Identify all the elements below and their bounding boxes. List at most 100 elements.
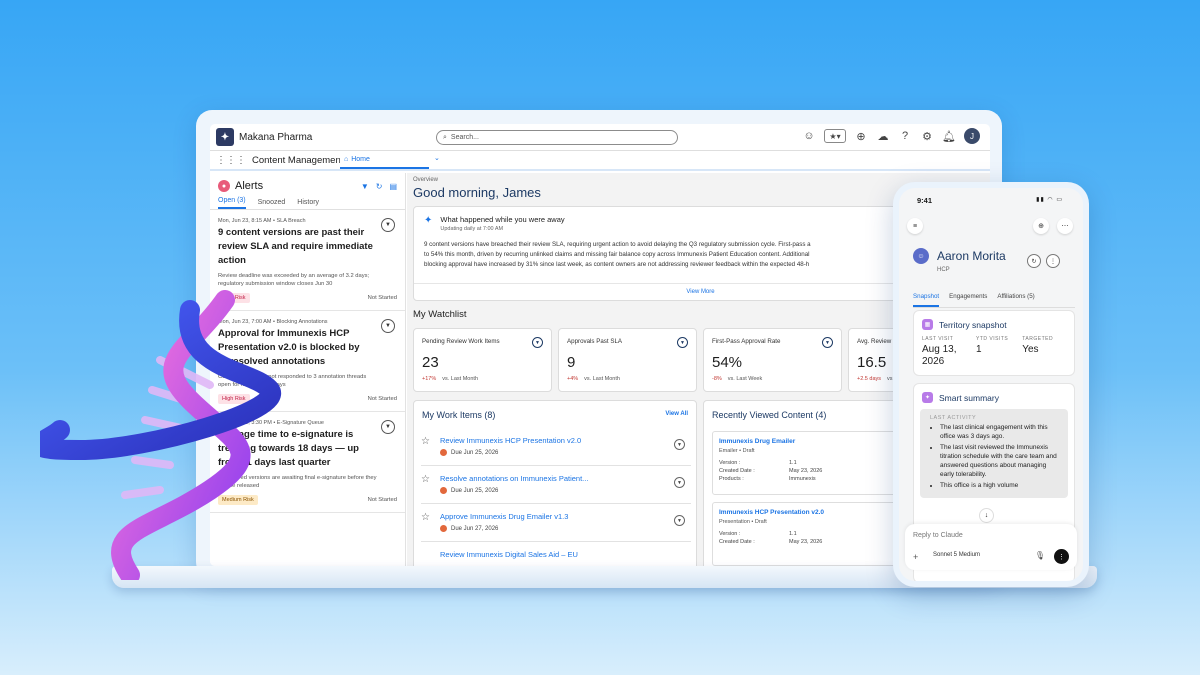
work-item[interactable]: ☆ Approve Immunexis Drug Emailer v1.3 Du…: [421, 505, 691, 542]
sparkle-icon: ✦: [922, 392, 933, 403]
user-avatar[interactable]: J: [964, 128, 980, 144]
add-icon[interactable]: ⊕: [854, 129, 868, 143]
chevron-down-icon[interactable]: ▼: [674, 515, 685, 526]
alert-title: 9 content versions are past their review…: [218, 227, 373, 266]
more-vertical-icon[interactable]: ⋮: [1046, 254, 1060, 268]
menu-icon[interactable]: ≡: [907, 218, 923, 234]
setup-cloud-icon[interactable]: ☁: [876, 129, 890, 143]
tab-affiliations[interactable]: Affiliations (5): [997, 293, 1034, 307]
stat-label: LAST VISIT: [922, 336, 954, 342]
alert-meta: Mon, Jun 23, 8:15 AM • SLA Breach: [218, 218, 306, 224]
microphone-icon[interactable]: 🎙︎: [1035, 551, 1045, 560]
filter-icon[interactable]: ▼: [361, 182, 369, 191]
work-item[interactable]: ☆ Resolve annotations on Immunexis Patie…: [421, 467, 691, 504]
more-icon[interactable]: ⋯: [1057, 218, 1073, 234]
summary-bullet: This office is a high volume: [940, 481, 1058, 490]
tab-engagements[interactable]: Engagements: [949, 293, 987, 307]
hcp-avatar: ☺: [913, 248, 929, 264]
new-chat-icon[interactable]: ⊕: [1033, 218, 1049, 234]
chevron-down-icon[interactable]: ▼: [677, 337, 688, 348]
refresh-icon[interactable]: ↻: [376, 182, 383, 191]
star-icon[interactable]: ☆: [421, 512, 430, 523]
kpi-label: First-Pass Approval Rate: [712, 338, 781, 345]
tab-home-label: Home: [351, 155, 370, 163]
assistant-icon[interactable]: ☺: [802, 129, 816, 143]
chevron-down-icon[interactable]: ▼: [381, 319, 395, 333]
voice-icon[interactable]: ⋮: [1054, 549, 1069, 564]
chevron-down-icon[interactable]: ▼: [674, 439, 685, 450]
territory-icon: ▦: [922, 319, 933, 330]
alert-status: Not Started: [367, 396, 397, 402]
search-input[interactable]: ⌕ Search...: [436, 130, 678, 145]
kpi-card[interactable]: First-Pass Approval Rate ▼ 54% -8% vs. La…: [703, 328, 842, 392]
app-navbar: ⋮⋮⋮ Content Management ⌂ Home ⌄: [210, 151, 990, 171]
tab-home[interactable]: ⌂ Home: [340, 151, 429, 169]
kpi-delta: +4%: [567, 376, 579, 382]
sparkle-icon: ✦: [424, 215, 433, 226]
kpi-label: Approvals Past SLA: [567, 338, 623, 345]
brand-logo: ✦: [216, 128, 234, 146]
signal-icon: ▮▮ ◠ ▭: [1036, 197, 1063, 203]
chevron-down-icon[interactable]: ▼: [381, 218, 395, 232]
version-value: 1.1: [789, 531, 797, 537]
hcp-name: Aaron Morita: [937, 249, 1006, 263]
dna-helix-illustration: [40, 290, 282, 580]
model-selector[interactable]: Sonnet 5 Medium: [933, 552, 980, 558]
reply-placeholder: Reply to Claude: [913, 532, 963, 539]
last-activity-label: LAST ACTIVITY: [930, 415, 977, 421]
content-state: Draft: [754, 519, 767, 525]
app-launcher-icon[interactable]: ⋮⋮⋮: [216, 155, 246, 166]
list-view-icon[interactable]: ▤: [389, 182, 397, 191]
star-icon[interactable]: ☆: [421, 474, 430, 485]
refresh-icon[interactable]: ↻: [1027, 254, 1041, 268]
chat-input[interactable]: Reply to Claude + Sonnet 5 Medium 🎙︎ ⋮: [905, 524, 1077, 570]
plus-icon[interactable]: +: [913, 552, 918, 562]
kpi-label: Avg. Review: [857, 338, 892, 345]
due-icon: [440, 487, 447, 494]
created-value: May 23, 2026: [789, 539, 823, 545]
favorites-icon[interactable]: ★▾: [824, 129, 846, 143]
global-header: ✦ Makana Pharma ⌕ Search... ☺ ★▾ ⊕ ☁ ? ⚙…: [210, 124, 990, 151]
kpi-value: 9: [567, 354, 576, 371]
work-item-link[interactable]: Review Immunexis Digital Sales Aid – EU: [440, 550, 578, 559]
summary-title: Smart summary: [939, 392, 999, 403]
work-item-due: Due Jun 27, 2026: [451, 525, 499, 532]
tab-open[interactable]: Open (3): [218, 197, 246, 209]
chevron-down-icon[interactable]: ▼: [674, 477, 685, 488]
brand-name: Makana Pharma: [239, 131, 313, 143]
summary-bullet: The last visit reviewed the Immunexis ti…: [940, 443, 1058, 479]
gear-icon[interactable]: ⚙: [920, 129, 934, 143]
kpi-delta: +17%: [422, 376, 437, 382]
tab-snapshot[interactable]: Snapshot: [913, 293, 940, 307]
chevron-down-icon[interactable]: ▼: [381, 420, 395, 434]
tab-history[interactable]: History: [297, 199, 319, 209]
kpi-delta: -8%: [712, 376, 722, 382]
star-icon[interactable]: ☆: [421, 436, 430, 447]
scroll-down-icon[interactable]: ↓: [979, 508, 994, 523]
work-item-due: Due Jun 25, 2026: [451, 487, 499, 494]
phone-screen: 9:41 ▮▮ ◠ ▭ ≡ ⊕ ⋯ ☺ Aaron Morita HCP ↻ ⋮…: [899, 188, 1083, 581]
alerts-tabs: Open (3) Snoozed History: [210, 196, 405, 210]
app-title: Content Management: [252, 154, 344, 166]
chevron-down-icon[interactable]: ⌄: [434, 154, 440, 162]
tab-snoozed[interactable]: Snoozed: [258, 199, 286, 209]
created-label: Created Date :: [719, 539, 755, 545]
chevron-down-icon[interactable]: ▼: [822, 337, 833, 348]
help-icon[interactable]: ?: [898, 129, 912, 143]
header-utilities: ☺ ★▾ ⊕ ☁ ? ⚙ 🔔︎ J: [802, 128, 980, 144]
kpi-card[interactable]: Pending Review Work Items ▼ 23 +17% vs. L…: [413, 328, 552, 392]
kpi-card[interactable]: Approvals Past SLA ▼ 9 +4% vs. Last Month: [558, 328, 697, 392]
content-type: Presentation: [719, 519, 750, 525]
created-value: May 23, 2026: [789, 468, 823, 474]
work-item-link[interactable]: Resolve annotations on Immunexis Patient…: [440, 474, 588, 483]
work-item-link[interactable]: Approve Immunexis Drug Emailer v1.3: [440, 512, 568, 521]
work-item[interactable]: ☆ Review Immunexis HCP Presentation v2.0…: [421, 429, 691, 466]
work-item-link[interactable]: Review Immunexis HCP Presentation v2.0: [440, 436, 581, 445]
work-item[interactable]: Review Immunexis Digital Sales Aid – EU: [421, 543, 691, 566]
chevron-down-icon[interactable]: ▼: [532, 337, 543, 348]
summary-bullet: The last clinical engagement with this o…: [940, 423, 1058, 441]
hcp-role: HCP: [937, 267, 950, 273]
view-all-link[interactable]: View All: [665, 411, 688, 417]
notifications-icon[interactable]: 🔔︎: [942, 129, 956, 143]
due-icon: [440, 449, 447, 456]
